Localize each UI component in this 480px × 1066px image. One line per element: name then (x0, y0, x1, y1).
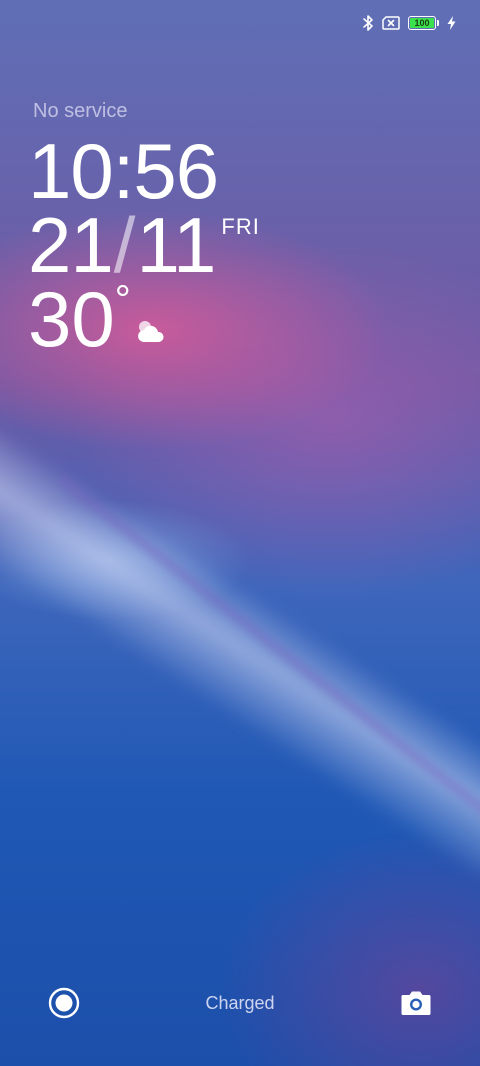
temperature-value: 30 (28, 275, 115, 363)
bolt-icon (447, 16, 456, 30)
weather-display: 30 ° (28, 275, 164, 363)
battery-fill: 100 (410, 18, 434, 28)
clock-time: 10:56 (28, 127, 219, 215)
battery-cap (437, 20, 439, 26)
lock-screen: 100 No service 10:56 21 / 11 FRI 30 ° Ch… (0, 0, 480, 1066)
wallpaper-streak (0, 389, 480, 883)
camera-icon[interactable] (400, 989, 432, 1017)
date-display: 21 / 11 FRI (28, 206, 260, 284)
partly-cloudy-icon (138, 321, 164, 342)
battery-body: 100 (408, 16, 436, 30)
date-day: 21 (28, 201, 114, 289)
battery-indicator: 100 (408, 16, 439, 30)
battery-level: 100 (414, 17, 430, 28)
bluetooth-icon (363, 15, 373, 31)
carrier-status: No service (33, 100, 128, 122)
date-month: 11 (136, 201, 216, 289)
status-bar: 100 (362, 12, 456, 34)
no-sim-icon (382, 16, 400, 30)
bottom-shortcut-bar: Charged (0, 980, 480, 1026)
temperature-unit: ° (114, 278, 131, 322)
wallpaper-streak-secondary (54, 471, 480, 918)
date-separator: / (113, 201, 136, 289)
date-weekday: FRI (221, 214, 260, 239)
